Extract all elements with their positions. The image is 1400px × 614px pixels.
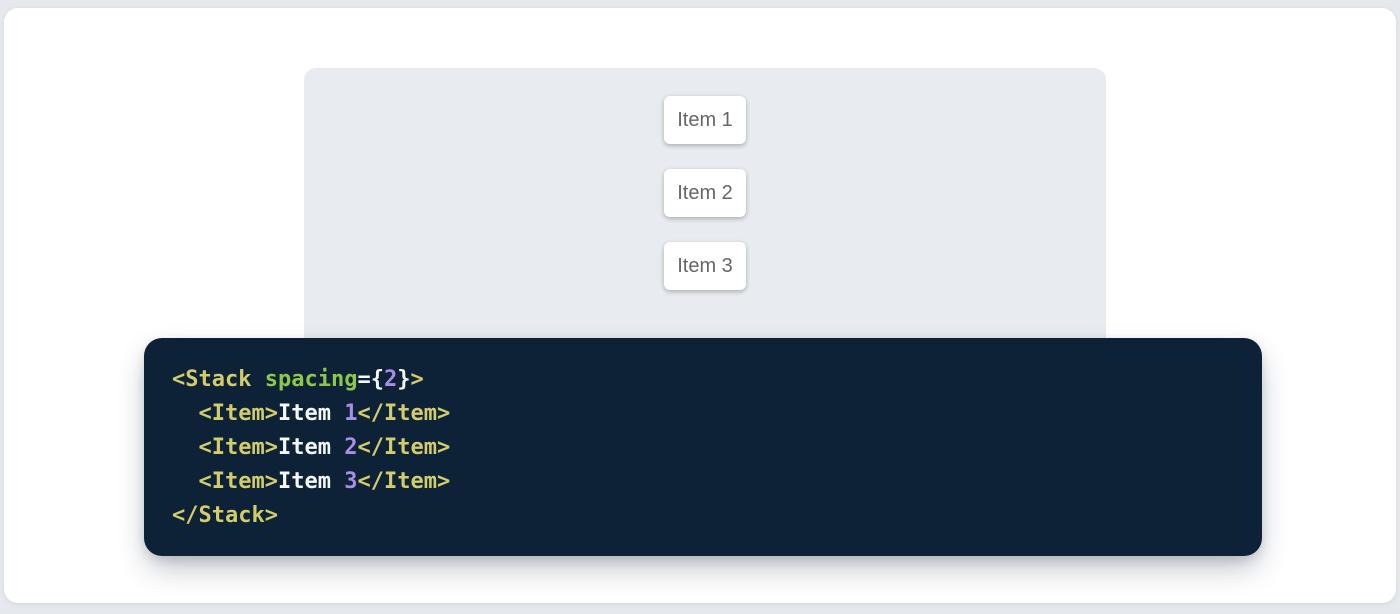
item-label: Item 2 [677, 182, 733, 204]
item-label: Item 1 [677, 109, 733, 131]
code-block: <Stack spacing={2}> <Item>Item 1</Item> … [144, 338, 1262, 556]
item-card: Item 1 [664, 96, 746, 144]
content-card: Item 1 Item 2 Item 3 <Stack spacing={2}>… [4, 8, 1396, 603]
code-line: <Item>Item 1</Item> [172, 397, 1234, 431]
code-line: <Item>Item 3</Item> [172, 465, 1234, 499]
item-card: Item 2 [664, 169, 746, 217]
code-line: </Stack> [172, 499, 1234, 533]
item-label: Item 3 [677, 255, 733, 277]
code-line: <Stack spacing={2}> [172, 363, 1234, 397]
stack-container: Item 1 Item 2 Item 3 [304, 68, 1106, 290]
page-background: Item 1 Item 2 Item 3 <Stack spacing={2}>… [0, 0, 1400, 614]
code-content: <Stack spacing={2}> <Item>Item 1</Item> … [172, 363, 1234, 533]
demo-panel: Item 1 Item 2 Item 3 [304, 68, 1106, 358]
item-card: Item 3 [664, 242, 746, 290]
code-line: <Item>Item 2</Item> [172, 431, 1234, 465]
